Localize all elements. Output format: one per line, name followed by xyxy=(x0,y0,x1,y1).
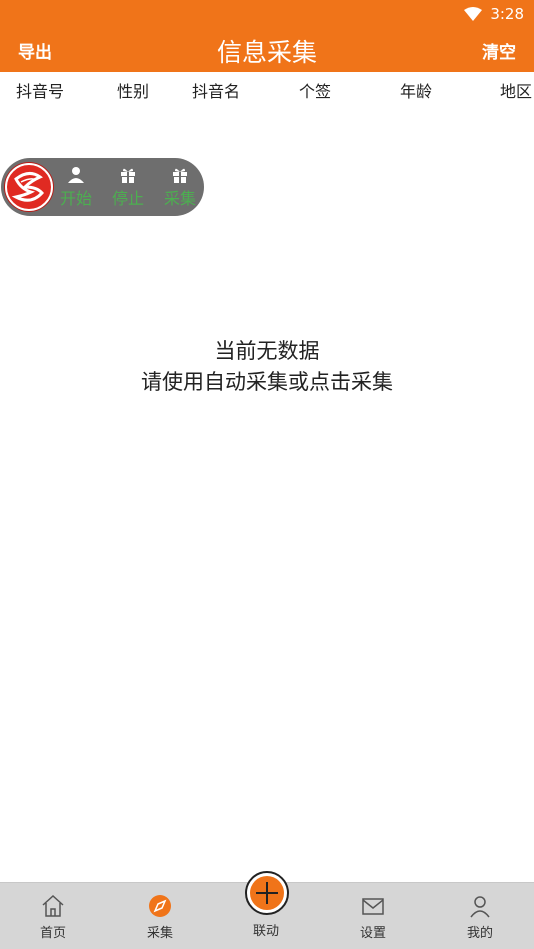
column-header-age: 年龄 xyxy=(400,82,433,101)
plus-icon xyxy=(250,876,284,910)
stop-button[interactable]: 停止 xyxy=(106,166,150,210)
collect-label: 采集 xyxy=(163,189,196,208)
status-icons: 3:28 xyxy=(464,4,524,24)
nav-label-collect: 采集 xyxy=(146,926,173,941)
empty-state-line1: 当前无数据 xyxy=(214,339,320,363)
empty-state-message: 当前无数据 请使用自动采集或点击采集 xyxy=(0,336,534,398)
wifi-icon xyxy=(464,7,483,21)
mail-icon xyxy=(362,898,384,915)
start-label: 开始 xyxy=(59,189,92,208)
nav-item-mine[interactable]: 我的 xyxy=(440,893,520,941)
nav-item-settings[interactable]: 设置 xyxy=(333,893,413,941)
start-button[interactable]: 开始 xyxy=(54,166,98,210)
linkage-button[interactable] xyxy=(245,871,289,915)
empty-state-line2: 请使用自动采集或点击采集 xyxy=(141,370,393,394)
nav-label-linkage: 联动 xyxy=(252,924,279,939)
nav-item-collect[interactable]: 采集 xyxy=(120,893,200,941)
app-bar: 导出 信息采集 清空 xyxy=(0,28,534,72)
person-icon xyxy=(68,167,84,183)
user-icon xyxy=(470,896,490,918)
gift-icon xyxy=(121,168,135,183)
column-header-douyin-id: 抖音号 xyxy=(16,82,65,101)
table-header: 抖音号 性别 抖音名 个签 年龄 地区 xyxy=(0,72,534,106)
status-time: 3:28 xyxy=(490,5,524,23)
column-header-region: 地区 xyxy=(500,82,533,101)
app-logo-icon[interactable] xyxy=(5,163,53,211)
gift-icon xyxy=(173,168,187,183)
collect-button[interactable]: 采集 xyxy=(158,166,202,210)
column-header-signature: 个签 xyxy=(299,82,332,101)
home-icon xyxy=(42,894,64,917)
clear-button[interactable]: 清空 xyxy=(482,38,516,63)
column-header-gender: 性别 xyxy=(117,82,150,101)
nav-item-home[interactable]: 首页 xyxy=(13,893,93,941)
stop-label: 停止 xyxy=(111,189,144,208)
nav-label-settings: 设置 xyxy=(359,926,386,941)
page-title: 信息采集 xyxy=(216,38,317,67)
status-bar: 3:28 xyxy=(0,0,534,28)
nav-label-mine: 我的 xyxy=(466,926,493,941)
nav-label-home: 首页 xyxy=(39,926,66,941)
compass-icon xyxy=(149,895,171,917)
column-header-douyin-name: 抖音名 xyxy=(192,82,241,101)
floating-control-bar[interactable]: 开始 停止 采集 xyxy=(1,158,204,216)
